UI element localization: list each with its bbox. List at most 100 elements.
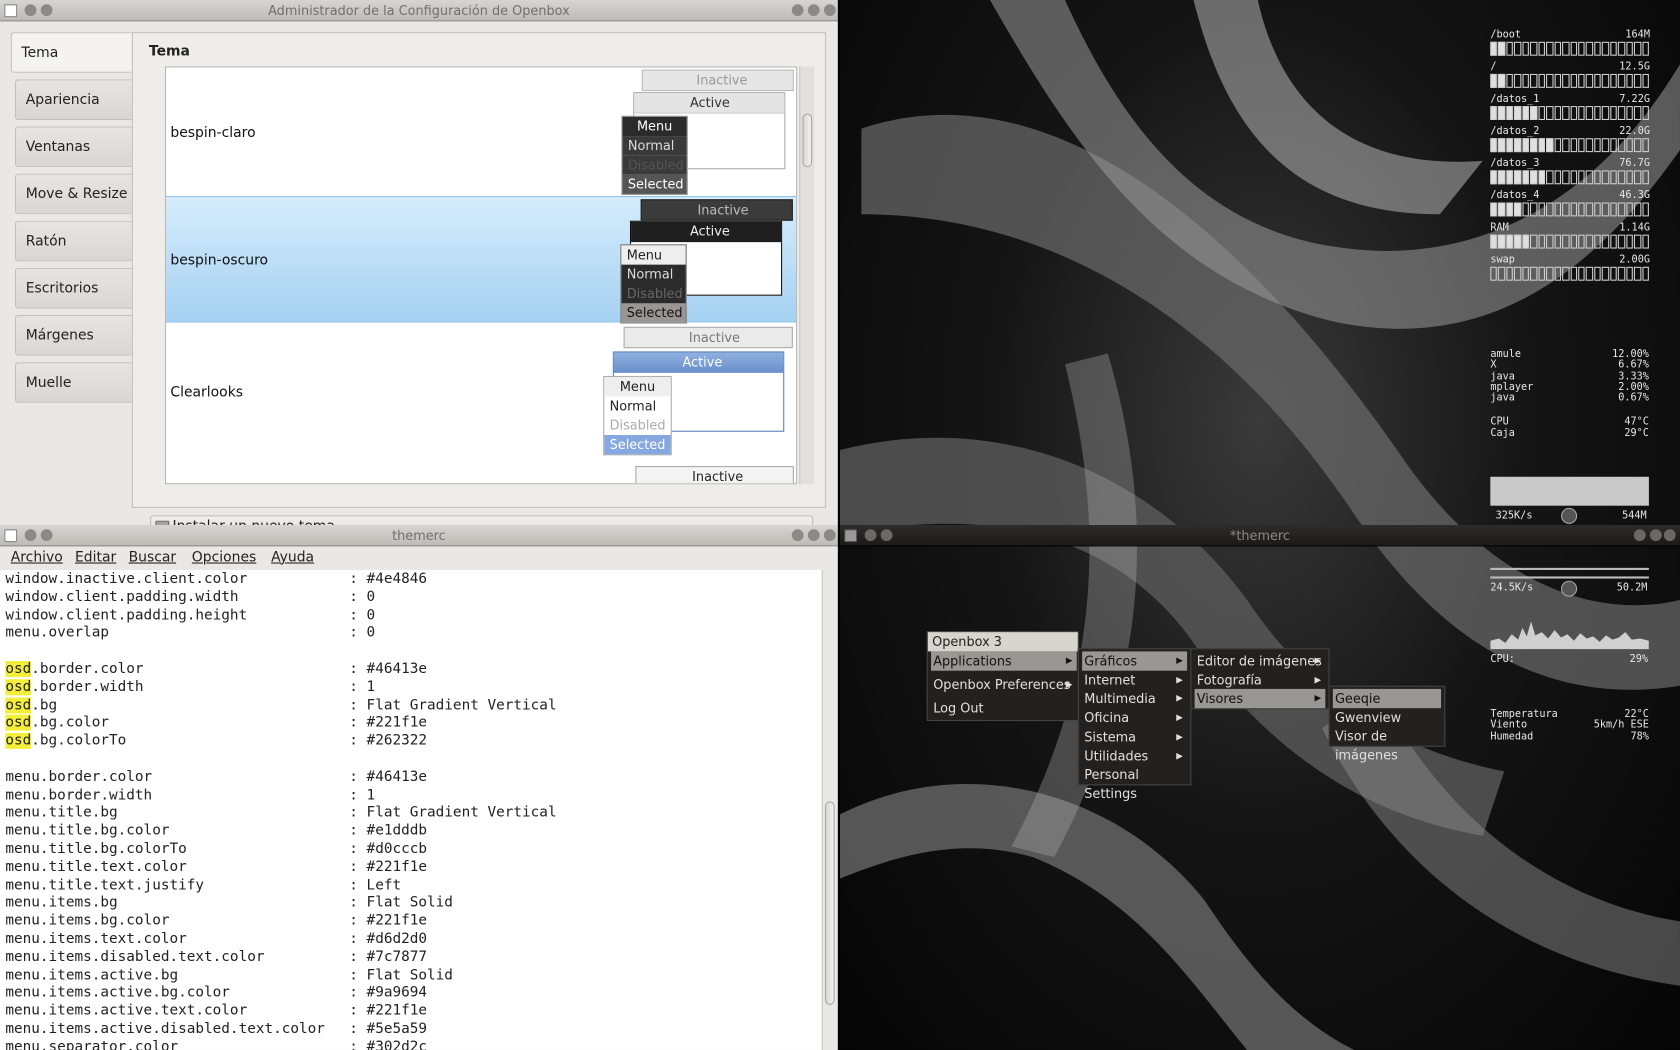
menu-item[interactable]: Fotografía ▶ — [1195, 670, 1326, 689]
menu-item[interactable]: Gráficos ▶ — [1082, 651, 1188, 671]
menu-item[interactable]: Personal Settings — [1082, 765, 1187, 801]
menu-selected: Selected — [621, 303, 686, 323]
menu-item-log-out[interactable]: Log Out — [931, 699, 1077, 718]
code-value: : 0 — [349, 607, 376, 624]
menu-item[interactable]: Sistema ▶ — [1082, 727, 1187, 746]
menu-item[interactable]: Visores ▶ — [1194, 689, 1326, 709]
process-name: X — [1490, 359, 1497, 372]
disk-usage-bar — [1490, 73, 1649, 88]
text-editor-area[interactable]: window.inactive.client.color: #4e4846 win… — [0, 569, 822, 1050]
code-line: menu.separator.color — [5, 1039, 179, 1050]
tab-margenes[interactable]: Márgenes — [14, 314, 132, 356]
editor-app-icon[interactable] — [844, 529, 858, 543]
editor-scrollbar[interactable] — [821, 569, 837, 1050]
code-line: osd.border.color — [5, 661, 144, 678]
theme-list[interactable]: bespin-claro Inactive Active Menu Normal… — [164, 66, 798, 485]
disk-usage-bar — [1490, 266, 1649, 281]
code-value: : Flat Solid — [349, 895, 453, 912]
inactive-label: Inactive — [688, 329, 740, 345]
weather-label: Humedad — [1490, 730, 1534, 743]
process-name: java — [1490, 392, 1515, 405]
sticky-icon[interactable] — [880, 529, 893, 542]
editor-window-titlebar[interactable]: themerc — [0, 524, 838, 547]
menu-item[interactable]: Oficina ▶ — [1082, 708, 1187, 727]
menu-editar[interactable]: Editar — [75, 550, 116, 566]
tab-move-resize[interactable]: Move & Resize — [14, 173, 132, 215]
weather-value: 22°C — [1624, 708, 1649, 720]
theme-row-clearlooks[interactable]: Clearlooks Inactive Active Menu Normal D… — [166, 325, 796, 456]
tab-tema[interactable]: Tema — [10, 32, 132, 73]
network-graph — [1490, 476, 1649, 506]
menu-item[interactable]: Multimedia ▶ — [1082, 689, 1187, 708]
code-value: : #d0cccb — [349, 841, 428, 858]
menu-normal: Normal — [622, 136, 687, 156]
code-line: menu.items.text.color — [5, 931, 187, 948]
maximize-icon[interactable] — [1649, 529, 1662, 542]
sticky-icon[interactable] — [40, 4, 53, 17]
menu-item[interactable]: Gwenview — [1333, 708, 1441, 727]
tab-muelle[interactable]: Muelle — [14, 362, 132, 403]
code-value: : #d6d2d0 — [349, 931, 428, 948]
maximize-icon[interactable] — [807, 4, 820, 17]
maximize-icon[interactable] — [807, 529, 820, 542]
disk-size: 7.22G — [1619, 93, 1650, 105]
theme-row-bespin-claro[interactable]: bespin-claro Inactive Active Menu Normal… — [166, 67, 796, 195]
process-name: mplayer — [1490, 381, 1534, 394]
scroll-thumb[interactable] — [824, 801, 835, 1005]
theme-row-bespin-oscuro[interactable]: bespin-oscuro Inactive Active Menu Norma… — [166, 196, 797, 324]
code-line: osd.bg.colorTo — [5, 733, 127, 750]
temp-label: Caja — [1490, 426, 1515, 439]
active-label: Active — [682, 354, 723, 370]
iconify-icon[interactable] — [791, 529, 804, 542]
disk-size: 22.0G — [1619, 125, 1650, 138]
tab-ventanas[interactable]: Ventanas — [14, 126, 132, 168]
close-icon[interactable] — [823, 4, 836, 17]
close-icon[interactable] — [823, 529, 836, 542]
second-window-titlebar[interactable]: *themerc — [839, 524, 1680, 547]
shade-icon[interactable] — [24, 4, 37, 17]
code-value: : Left — [349, 877, 402, 894]
process-cpu: 3.33% — [1618, 370, 1649, 383]
window-title: Administrador de la Configuración de Ope… — [268, 3, 570, 19]
menu-item[interactable]: Utilidades ▶ — [1082, 746, 1187, 765]
code-line: menu.items.active.bg.color — [5, 985, 230, 1002]
close-icon[interactable] — [1663, 529, 1676, 542]
menu-archivo[interactable]: Archivo — [11, 550, 63, 566]
menu-item[interactable]: Editor de imágenes ▶ — [1195, 651, 1326, 670]
theme-list-scrollbar[interactable] — [799, 66, 815, 485]
menu-item[interactable]: Geeqie — [1332, 688, 1442, 709]
disk-label: /datos_4 — [1490, 189, 1540, 202]
menu-item[interactable]: Internet ▶ — [1082, 670, 1187, 689]
code-value: : #46413e — [349, 661, 428, 678]
code-value: : #221f1e — [349, 715, 428, 732]
menu-opciones[interactable]: Opciones — [192, 550, 257, 566]
cpu-label: CPU: — [1490, 653, 1515, 666]
menu-buscar[interactable]: Buscar — [129, 550, 177, 566]
shade-icon[interactable] — [24, 529, 37, 542]
code-value: : #221f1e — [349, 1003, 428, 1020]
code-value: : 0 — [349, 625, 376, 642]
iconify-icon[interactable] — [1633, 529, 1646, 542]
scroll-thumb[interactable] — [802, 113, 813, 168]
process-cpu: 12.00% — [1612, 348, 1649, 360]
menu-disabled: Disabled — [626, 286, 683, 302]
inactive-label: Inactive — [696, 72, 748, 88]
disk-usage-bar — [1490, 170, 1649, 185]
config-window-titlebar[interactable]: Administrador de la Configuración de Ope… — [0, 0, 838, 22]
window-menu-icon[interactable] — [4, 4, 18, 18]
menu-ayuda[interactable]: Ayuda — [271, 550, 314, 566]
tab-apariencia[interactable]: Apariencia — [14, 79, 132, 120]
sticky-icon[interactable] — [40, 529, 53, 542]
shade-icon[interactable] — [864, 529, 877, 542]
editor-app-icon[interactable] — [4, 529, 18, 543]
menu-bar: Archivo Editar Buscar Opciones Ayuda — [0, 546, 838, 570]
menu-selected: Selected — [622, 174, 687, 194]
tab-raton[interactable]: Ratón — [14, 220, 132, 262]
menu-item-openbox-preferences[interactable]: Openbox Preferences ▶ — [931, 675, 1077, 694]
menu-disabled: Disabled — [622, 155, 687, 175]
tab-escritorios[interactable]: Escritorios — [14, 267, 132, 309]
iconify-icon[interactable] — [791, 4, 804, 17]
menu-item-applications[interactable]: Applications ▶ — [931, 651, 1077, 671]
code-value: : Flat Gradient Vertical — [349, 697, 557, 714]
menu-item[interactable]: Visor de imágenes — [1333, 727, 1441, 763]
